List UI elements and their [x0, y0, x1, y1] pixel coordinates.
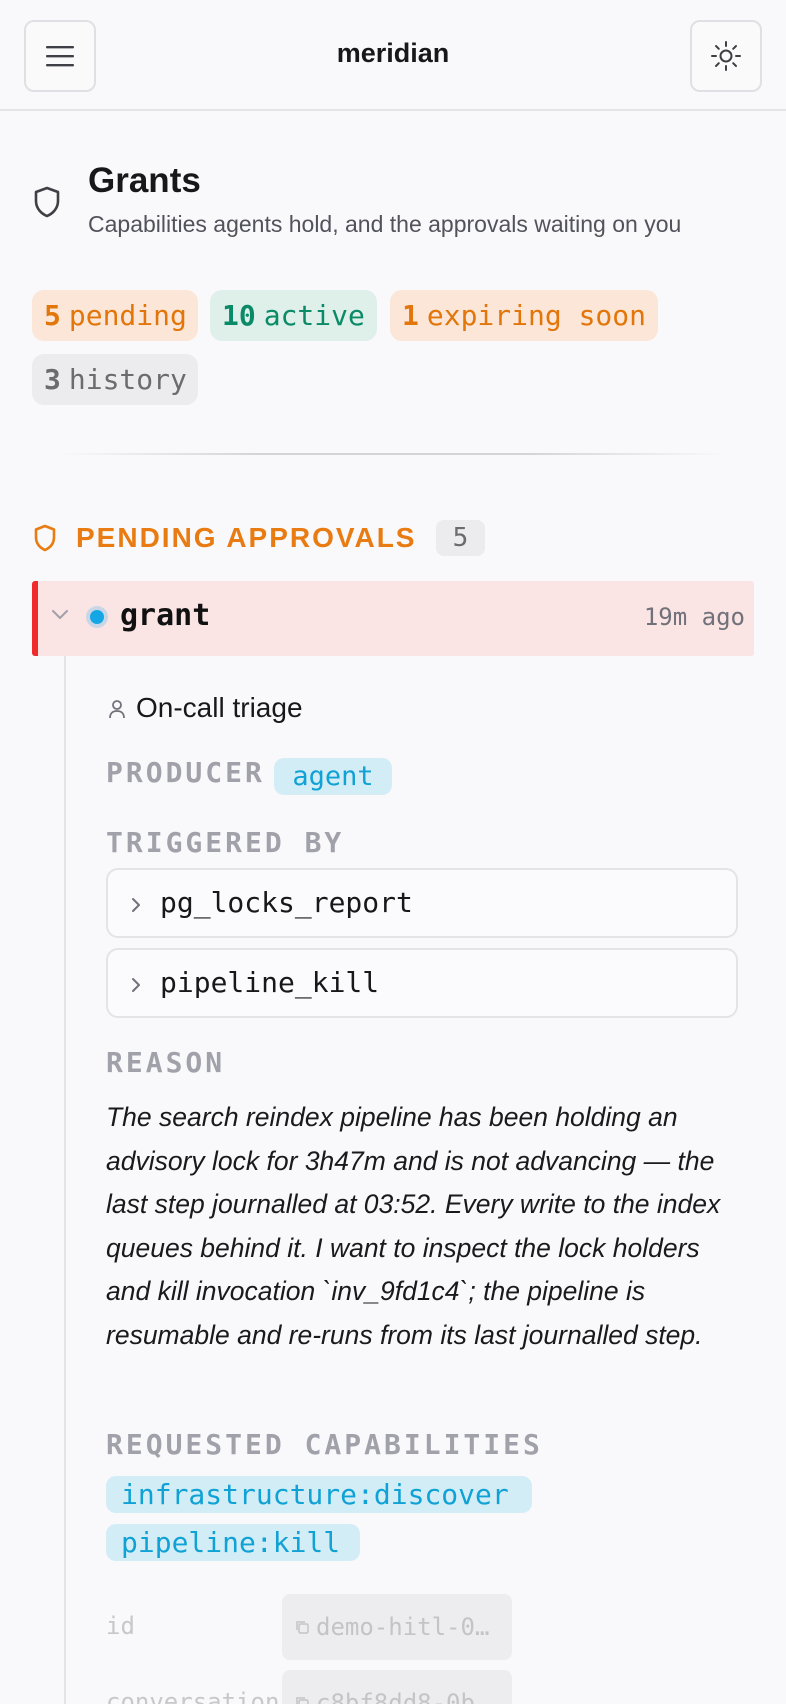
copy-icon — [296, 1621, 309, 1634]
history-count: 3 — [44, 363, 61, 396]
producer-badge: agent — [274, 758, 392, 795]
trigger-item[interactable]: pg_locks_report — [106, 868, 738, 938]
chevron-down-icon[interactable] — [50, 607, 70, 621]
copy-id-button[interactable]: demo-hitl-0… — [282, 1594, 512, 1660]
shield-icon — [34, 524, 56, 552]
theme-toggle-button[interactable] — [690, 20, 762, 92]
expiring-filter-chip[interactable]: 1 expiring soon — [390, 290, 658, 341]
copy-icon — [296, 1697, 309, 1704]
shield-icon — [34, 186, 60, 218]
producer-label: PRODUCER — [106, 756, 265, 789]
trigger-label: pipeline_kill — [160, 966, 380, 999]
app-title: meridian — [336, 38, 450, 68]
chevron-right-icon — [132, 898, 140, 912]
meta-key-conversation: conversation — [106, 1688, 280, 1704]
capability-badge: infrastructure:discover — [106, 1476, 532, 1513]
pending-filter-chip[interactable]: 5 pending — [32, 290, 198, 341]
chevron-right-icon — [132, 978, 140, 992]
section-count-badge: 5 — [436, 520, 485, 556]
copy-conversation-button[interactable]: c8bf8dd8-0b — [282, 1670, 512, 1704]
top-bar: meridian — [0, 0, 786, 111]
card-rail — [64, 656, 66, 1704]
active-count: 10 — [222, 299, 256, 332]
active-label: active — [263, 299, 365, 332]
page-title: Grants — [88, 161, 201, 200]
section-title: PENDING APPROVALS — [76, 522, 417, 553]
trigger-item[interactable]: pipeline_kill — [106, 948, 738, 1018]
sun-icon — [711, 41, 741, 71]
page-subtitle: Capabilities agents hold, and the approv… — [88, 211, 682, 237]
user-icon — [109, 700, 125, 719]
meta-value-conversation: c8bf8dd8-0b — [316, 1689, 475, 1704]
expiring-count: 1 — [402, 299, 419, 332]
divider — [60, 453, 726, 455]
pending-count: 5 — [44, 299, 61, 332]
meta-key-id: id — [106, 1612, 135, 1640]
reason-text: The search reindex pipeline has been hol… — [106, 1102, 721, 1350]
reason-label: REASON — [106, 1046, 226, 1079]
status-dot — [90, 610, 104, 624]
requester-name: On-call triage — [136, 692, 303, 723]
request-kind: grant — [120, 598, 211, 633]
pending-label: pending — [68, 299, 187, 332]
active-filter-chip[interactable]: 10 active — [210, 290, 377, 341]
capability-badge: pipeline:kill — [106, 1524, 360, 1561]
request-time: 19m ago — [643, 603, 745, 631]
trigger-label: pg_locks_report — [160, 886, 413, 919]
history-label: history — [68, 363, 187, 396]
expiring-label: expiring soon — [426, 299, 647, 332]
history-filter-chip[interactable]: 3 history — [32, 354, 198, 405]
requested-capabilities-label: REQUESTED CAPABILITIES — [106, 1428, 543, 1461]
meta-value-id: demo-hitl-0… — [316, 1613, 490, 1641]
triggered-by-label: TRIGGERED BY — [106, 826, 345, 859]
